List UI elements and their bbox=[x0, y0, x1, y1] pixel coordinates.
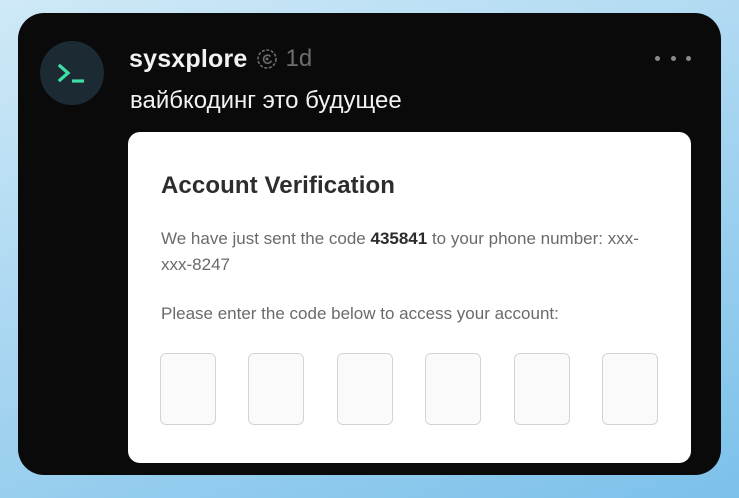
code-digit-box[interactable] bbox=[336, 353, 393, 425]
threads-verified-icon bbox=[256, 48, 278, 70]
code-digit-box[interactable] bbox=[248, 353, 305, 425]
code-digit-box[interactable] bbox=[601, 353, 658, 425]
post-header: sysxplore 1d bbox=[129, 43, 312, 75]
code-digit-box[interactable] bbox=[425, 353, 482, 425]
terminal-prompt-icon bbox=[57, 63, 84, 83]
more-dots-icon[interactable] bbox=[655, 51, 691, 65]
post-text: вайбкодинг это будущее bbox=[130, 87, 402, 114]
verification-image: Account Verification We have just sent t… bbox=[128, 132, 691, 463]
code-input-group bbox=[160, 353, 658, 425]
author-name[interactable]: sysxplore bbox=[129, 45, 248, 74]
verification-title: Account Verification bbox=[161, 172, 396, 199]
verification-intro: We have just sent the code bbox=[161, 229, 371, 248]
post-time: 1d bbox=[285, 45, 313, 72]
verification-prompt: Please enter the code below to access yo… bbox=[161, 304, 559, 323]
avatar[interactable] bbox=[40, 41, 104, 105]
code-digit-box[interactable] bbox=[513, 353, 570, 425]
post-card: sysxplore 1d вайбкодинг это будущее Acco… bbox=[18, 13, 721, 475]
verification-code: 435841 bbox=[370, 229, 428, 248]
verification-message: We have just sent the code 435841 to you… bbox=[161, 226, 641, 278]
code-digit-box[interactable] bbox=[160, 353, 216, 425]
